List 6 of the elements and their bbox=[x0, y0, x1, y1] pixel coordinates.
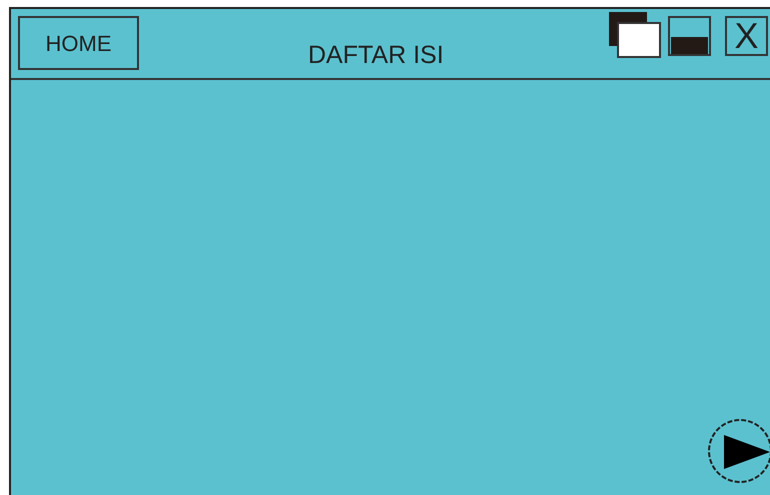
close-button[interactable]: X bbox=[725, 16, 768, 56]
page-title: DAFTAR ISI bbox=[308, 40, 444, 71]
play-icon[interactable] bbox=[707, 418, 770, 484]
home-button[interactable]: HOME bbox=[18, 16, 139, 70]
restore-icon[interactable] bbox=[609, 12, 662, 59]
minimize-icon[interactable] bbox=[668, 16, 711, 56]
